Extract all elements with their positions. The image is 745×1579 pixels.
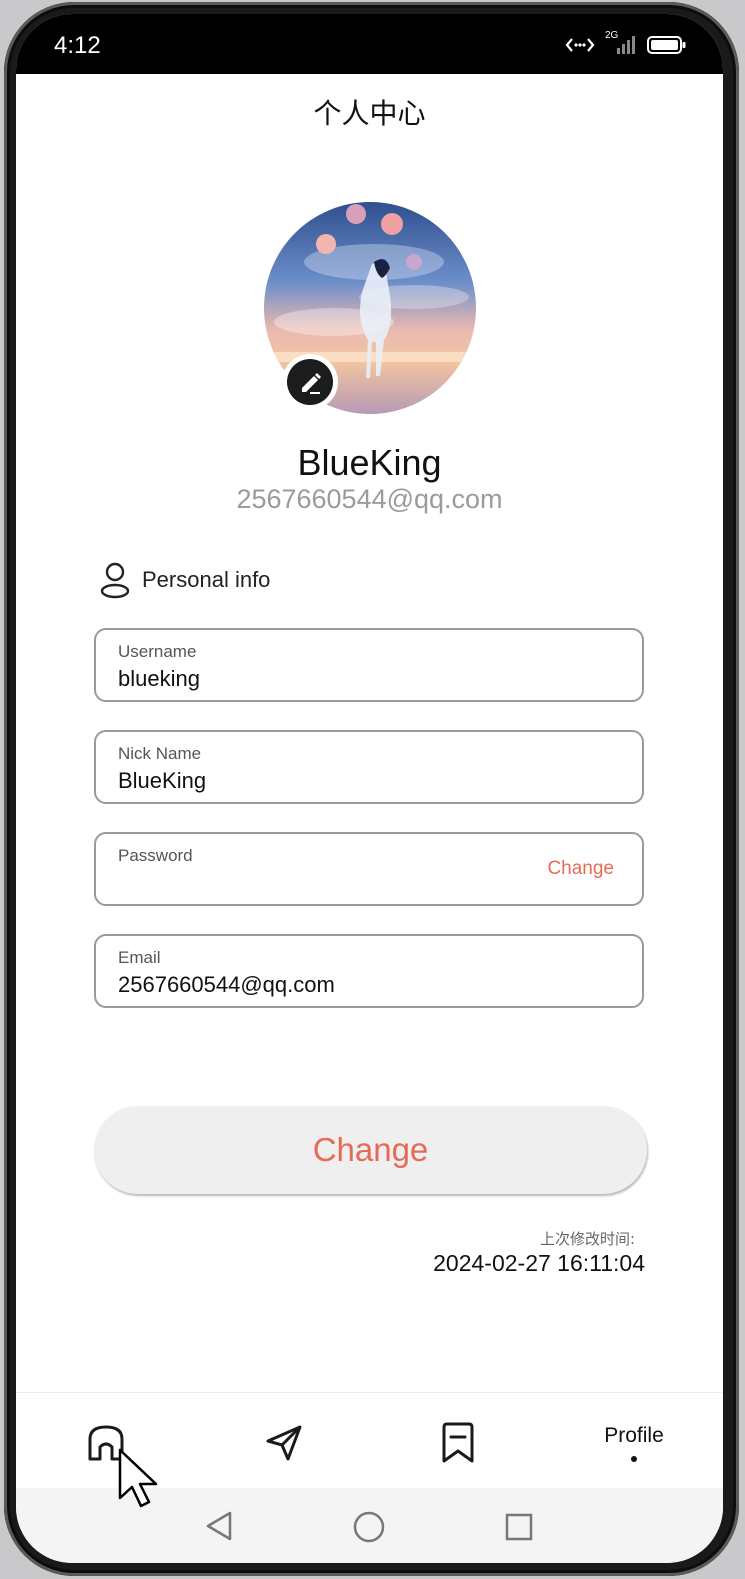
signal-icon: 2G — [605, 30, 637, 56]
app-screen: 4:12 2G 个人中心 BlueKing 2567660544@qq.com … — [16, 14, 723, 1563]
nickname-value[interactable]: BlueKing — [118, 768, 206, 794]
mouse-cursor-icon — [118, 1448, 158, 1508]
password-field[interactable]: Password Change — [94, 832, 644, 906]
email-label: Email — [118, 948, 161, 967]
bookmark-icon — [442, 1422, 474, 1463]
page-title: 个人中心 — [313, 97, 426, 130]
tab-profile-label: Profile — [604, 1424, 664, 1447]
active-tab-indicator — [631, 1456, 637, 1462]
pencil-icon — [302, 373, 321, 394]
change-password-link[interactable]: Change — [547, 858, 614, 880]
profile-email: 2567660544@qq.com — [236, 484, 503, 514]
username-label: Username — [118, 642, 197, 661]
tab-profile[interactable]: Profile — [592, 1403, 676, 1483]
last-modified-label: 上次修改时间: — [539, 1230, 635, 1248]
email-value[interactable]: 2567660544@qq.com — [118, 972, 335, 998]
back-icon[interactable] — [204, 1510, 234, 1542]
change-button[interactable]: Change — [94, 1106, 647, 1194]
home-circle-icon[interactable] — [352, 1510, 386, 1544]
send-icon — [266, 1425, 302, 1461]
username-value[interactable]: blueking — [118, 666, 200, 692]
person-icon — [100, 562, 130, 599]
edit-avatar-button[interactable] — [282, 354, 338, 410]
section-title: Personal info — [142, 567, 271, 592]
email-field[interactable]: Email 2567660544@qq.com — [94, 934, 644, 1008]
section-header: Personal info — [98, 560, 270, 600]
battery-icon — [647, 36, 686, 54]
status-bar: 4:12 2G — [16, 14, 723, 74]
status-icons: 2G — [565, 30, 687, 56]
last-modified-time: 2024-02-27 16:11:04 — [433, 1250, 645, 1276]
data-transfer-icon — [565, 38, 595, 52]
password-label: Password — [118, 846, 193, 865]
username-field[interactable]: Username blueking — [94, 628, 644, 702]
tab-send[interactable] — [254, 1403, 314, 1483]
recents-icon[interactable] — [504, 1512, 534, 1542]
nickname-field[interactable]: Nick Name BlueKing — [94, 730, 644, 804]
tab-bookmark[interactable] — [428, 1403, 488, 1483]
nickname-label: Nick Name — [118, 744, 202, 763]
status-time: 4:12 — [54, 32, 101, 59]
profile-name: BlueKing — [297, 442, 442, 483]
